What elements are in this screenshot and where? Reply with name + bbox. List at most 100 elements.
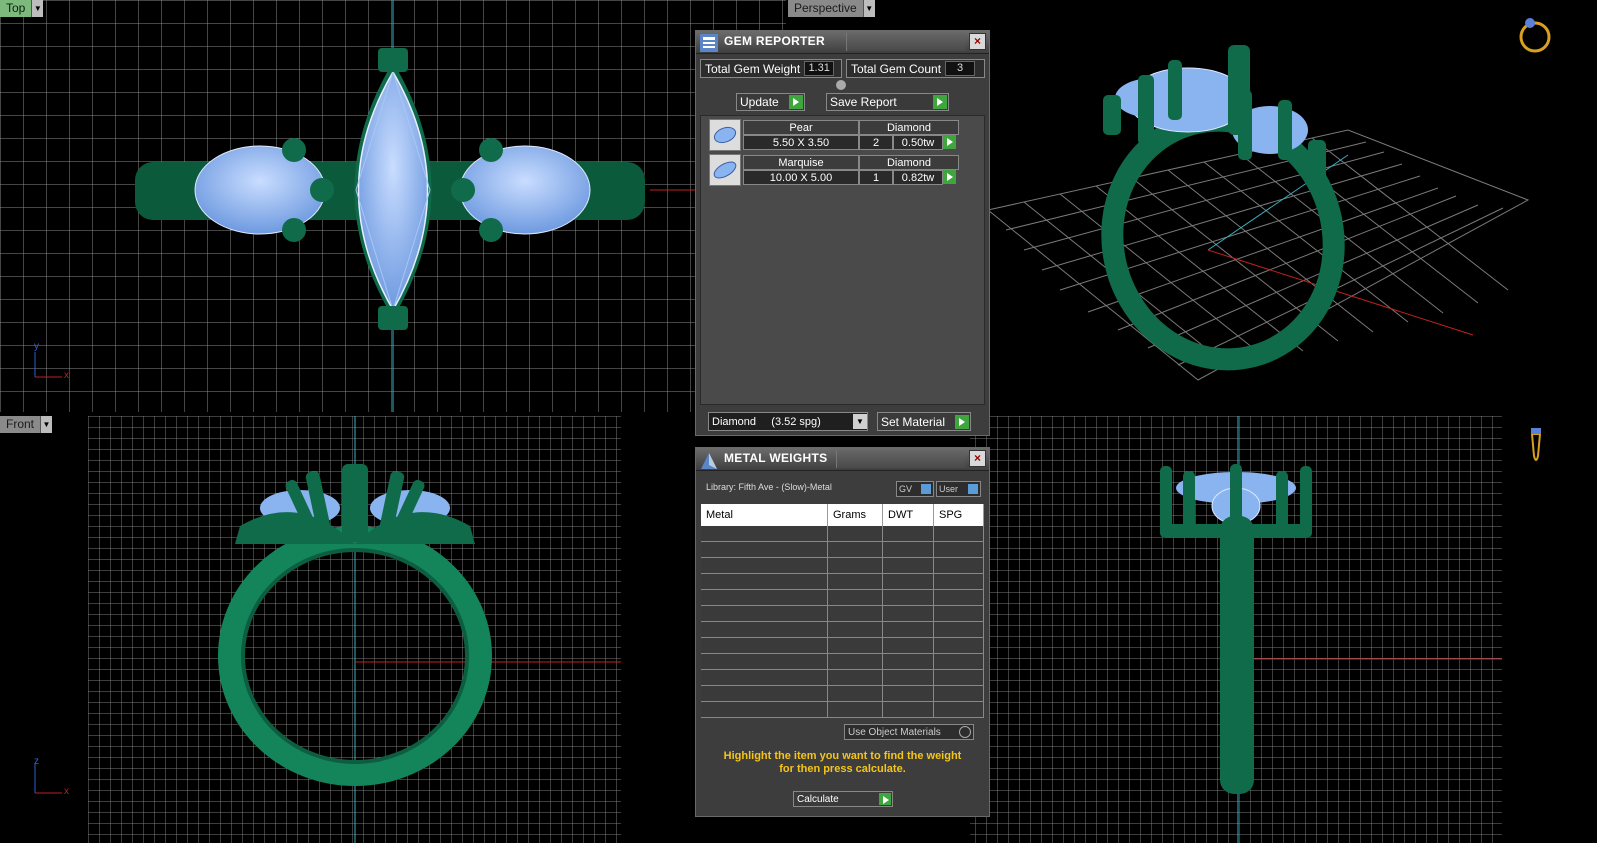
close-icon[interactable]: ×: [969, 33, 986, 50]
table-row[interactable]: [701, 670, 984, 686]
material-select-value: Diamond (3.52 spg): [712, 415, 821, 428]
table-cell: [934, 590, 984, 605]
pear-gem-thumbnail: [709, 119, 741, 151]
library-label: Library: Fifth Ave - (Slow)-Metal: [706, 482, 832, 492]
viewport-name: Front: [0, 416, 41, 433]
top-viewport-label[interactable]: Top ▼: [0, 0, 44, 17]
gem-row-pear[interactable]: Pear Diamond 5.50 X 3.50 2 0.50tw: [709, 119, 961, 151]
table-cell: [701, 606, 828, 621]
table-cell: [883, 542, 934, 557]
axis-label-x: x: [64, 370, 69, 381]
save-report-button-label: Save Report: [830, 95, 897, 109]
chevron-down-icon[interactable]: ▼: [853, 414, 867, 429]
chevron-down-icon[interactable]: ▼: [862, 0, 875, 17]
table-cell: [934, 638, 984, 653]
table-cell: [883, 526, 934, 541]
user-toggle[interactable]: User: [936, 481, 981, 497]
calculate-button-label: Calculate: [797, 793, 839, 805]
table-cell: [828, 638, 883, 653]
panel-title: GEM REPORTER: [724, 34, 825, 48]
collapse-handle-icon[interactable]: [836, 80, 846, 90]
table-cell: [883, 590, 934, 605]
table-row[interactable]: [701, 622, 984, 638]
play-arrow-icon: [933, 95, 947, 109]
gv-label: GV: [899, 484, 913, 494]
metal-weights-titlebar[interactable]: METAL WEIGHTS ×: [696, 448, 989, 471]
column-header[interactable]: SPG: [934, 504, 984, 526]
table-cell: [701, 590, 828, 605]
gem-reporter-titlebar[interactable]: GEM REPORTER ×: [696, 31, 989, 54]
table-cell: [883, 606, 934, 621]
table-cell: [701, 542, 828, 557]
gem-count: 2: [859, 135, 893, 150]
table-cell: [701, 558, 828, 573]
table-row[interactable]: [701, 686, 984, 702]
play-arrow-icon: [879, 793, 891, 805]
user-label: User: [939, 484, 959, 494]
gem-row-marquise[interactable]: Marquise Diamond 10.00 X 5.00 1 0.82tw: [709, 154, 961, 186]
axis-label-y: y: [34, 341, 39, 352]
title-grip[interactable]: [836, 450, 965, 468]
gem-row-action-button[interactable]: [943, 169, 957, 184]
top-viewport[interactable]: Top ▼ y x: [0, 0, 786, 412]
table-row[interactable]: [701, 542, 984, 558]
column-header[interactable]: DWT: [883, 504, 934, 526]
gem-row-action-button[interactable]: [943, 134, 957, 149]
table-row[interactable]: [701, 590, 984, 606]
table-cell: [828, 654, 883, 669]
gem-material: Diamond: [859, 155, 959, 170]
metal-weights-panel: METAL WEIGHTS × Library: Fifth Ave - (Sl…: [695, 447, 990, 817]
table-cell: [701, 654, 828, 669]
gv-toggle[interactable]: GV: [896, 481, 934, 497]
table-cell: [934, 526, 984, 541]
table-row[interactable]: [701, 606, 984, 622]
marquise-gem-thumbnail: [709, 154, 741, 186]
gem-weight: 0.82tw: [893, 170, 943, 185]
table-cell: [701, 670, 828, 685]
table-row[interactable]: [701, 654, 984, 670]
use-object-materials-label: Use Object Materials: [848, 726, 941, 738]
play-arrow-icon: [943, 134, 956, 149]
total-gem-count-value: 3: [945, 61, 976, 76]
metal-table: Metal Grams DWT SPG: [701, 504, 984, 718]
table-cell: [828, 542, 883, 557]
gem-weight: 0.50tw: [893, 135, 943, 150]
ring-icon[interactable]: [1519, 18, 1551, 53]
material-select[interactable]: Diamond (3.52 spg) ▼: [708, 412, 868, 431]
metal-weights-icon: [701, 453, 717, 469]
table-cell: [828, 606, 883, 621]
table-row[interactable]: [701, 526, 984, 542]
play-arrow-icon: [943, 169, 956, 184]
table-cell: [828, 702, 883, 717]
front-viewport[interactable]: Front ▼ z x: [0, 416, 786, 843]
table-row[interactable]: [701, 702, 984, 718]
column-header[interactable]: Grams: [828, 504, 883, 526]
viewport-name: Top: [0, 0, 32, 17]
set-material-button[interactable]: Set Material: [877, 412, 971, 431]
column-header[interactable]: Metal: [701, 504, 828, 526]
table-row[interactable]: [701, 558, 984, 574]
gem-shape: Marquise: [743, 155, 859, 170]
table-cell: [934, 558, 984, 573]
metal-table-body: [701, 526, 984, 718]
gem-reporter-panel: GEM REPORTER × Total Gem Weight 1.31 Tot…: [695, 30, 990, 436]
use-object-materials-toggle[interactable]: Use Object Materials: [844, 724, 974, 740]
radio-icon: [959, 726, 971, 738]
front-viewport-label[interactable]: Front ▼: [0, 416, 53, 433]
pendant-icon[interactable]: [1530, 428, 1542, 461]
close-icon[interactable]: ×: [969, 450, 986, 467]
table-cell: [934, 654, 984, 669]
save-report-button[interactable]: Save Report: [826, 93, 949, 111]
chevron-down-icon[interactable]: ▼: [31, 0, 44, 17]
calculate-button[interactable]: Calculate: [793, 791, 893, 807]
title-grip[interactable]: [846, 33, 965, 51]
perspective-viewport-label[interactable]: Perspective ▼: [788, 0, 875, 17]
set-material-button-label: Set Material: [881, 414, 946, 429]
chevron-down-icon[interactable]: ▼: [40, 416, 53, 433]
table-row[interactable]: [701, 574, 984, 590]
table-cell: [828, 670, 883, 685]
table-cell: [934, 686, 984, 701]
update-button[interactable]: Update: [736, 93, 805, 111]
update-button-label: Update: [740, 95, 779, 109]
table-row[interactable]: [701, 638, 984, 654]
